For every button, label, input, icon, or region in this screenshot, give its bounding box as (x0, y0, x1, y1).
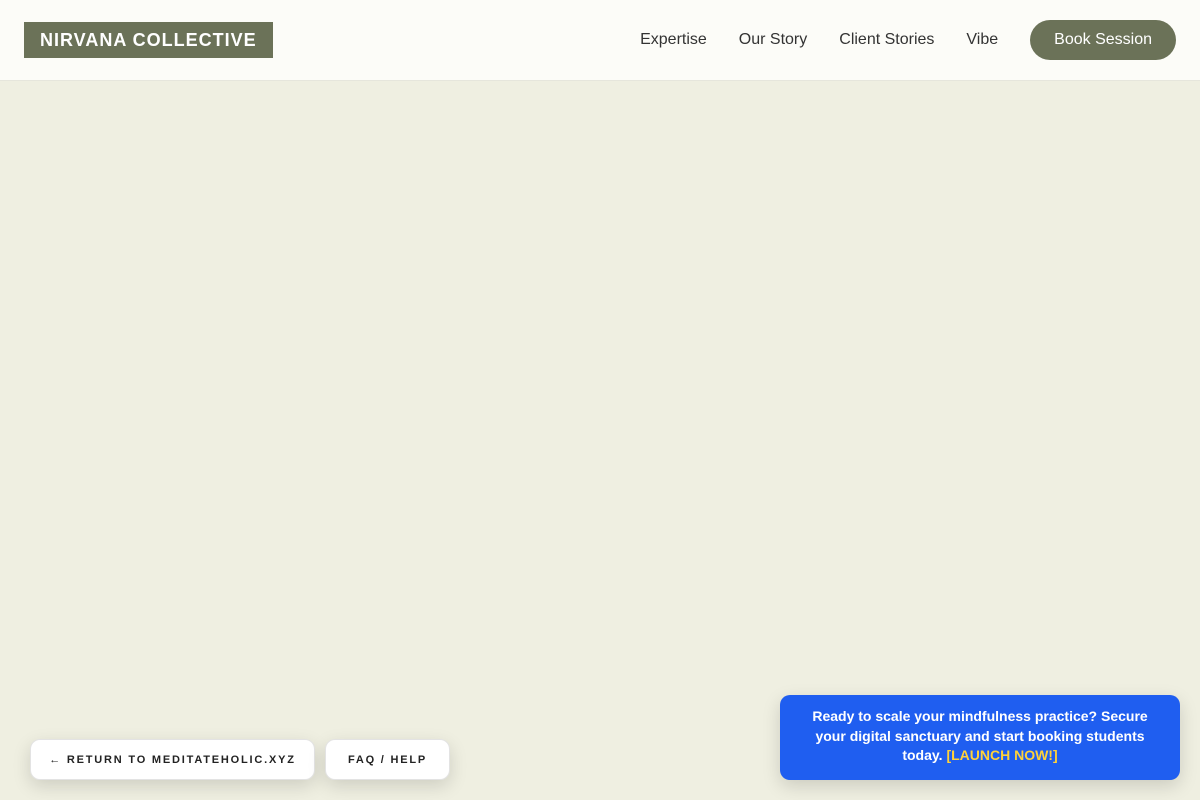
nav-link-our-story[interactable]: Our Story (739, 31, 807, 49)
book-session-button[interactable]: Book Session (1030, 20, 1176, 60)
launch-now-link[interactable]: [LAUNCH NOW!] (946, 747, 1057, 763)
nav-link-expertise[interactable]: Expertise (640, 31, 707, 49)
nav-link-client-stories[interactable]: Client Stories (839, 31, 934, 49)
site-header: NIRVANA COLLECTIVE Expertise Our Story C… (0, 0, 1200, 81)
nav-link-vibe[interactable]: Vibe (966, 31, 998, 49)
cta-banner: Ready to scale your mindfulness practice… (780, 695, 1180, 780)
return-to-site-button[interactable]: ← RETURN TO MEDITATEHOLIC.XYZ (30, 739, 315, 780)
faq-help-button[interactable]: FAQ / HELP (325, 739, 450, 780)
main-nav: Expertise Our Story Client Stories Vibe … (640, 20, 1176, 60)
site-logo[interactable]: NIRVANA COLLECTIVE (24, 22, 273, 58)
